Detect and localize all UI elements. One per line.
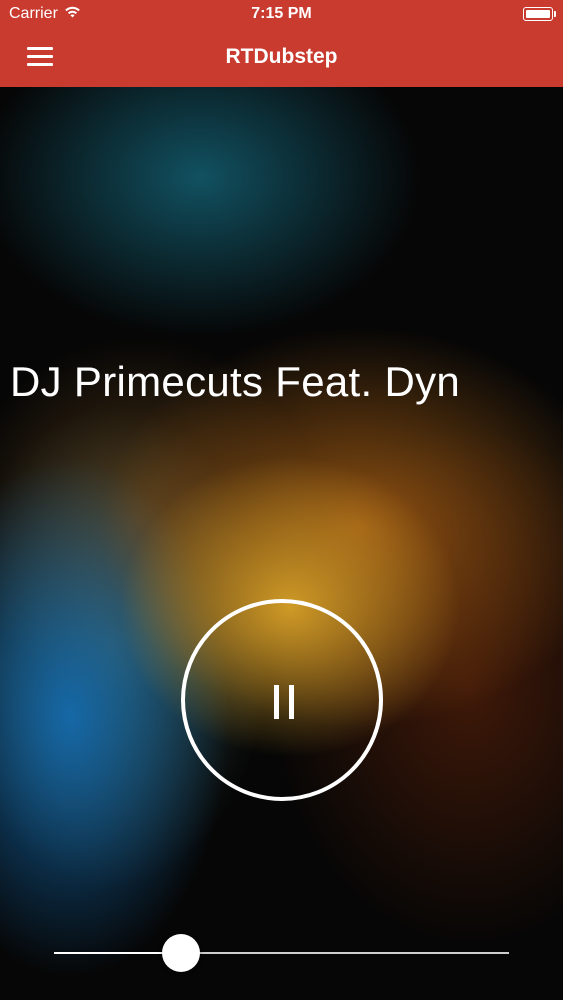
volume-slider[interactable]	[54, 933, 509, 973]
nav-title: RTDubstep	[225, 45, 338, 68]
pause-icon	[289, 685, 294, 719]
top-bar: Carrier 7:15 PM RTDubstep	[0, 0, 563, 87]
app-screen: Carrier 7:15 PM RTDubstep DJ Primecuts F…	[0, 0, 563, 1000]
track-title-marquee: DJ Primecuts Feat. Dyn	[0, 352, 563, 412]
status-time: 7:15 PM	[251, 5, 312, 22]
blurred-album-artwork	[0, 87, 563, 1000]
navigation-bar: RTDubstep	[0, 30, 563, 87]
status-bar: Carrier 7:15 PM	[0, 0, 563, 30]
slider-thumb[interactable]	[162, 934, 200, 972]
battery-icon	[523, 7, 556, 21]
track-title: DJ Primecuts Feat. Dyn	[10, 358, 461, 405]
pause-icon	[274, 685, 279, 719]
pause-button[interactable]	[181, 599, 383, 801]
